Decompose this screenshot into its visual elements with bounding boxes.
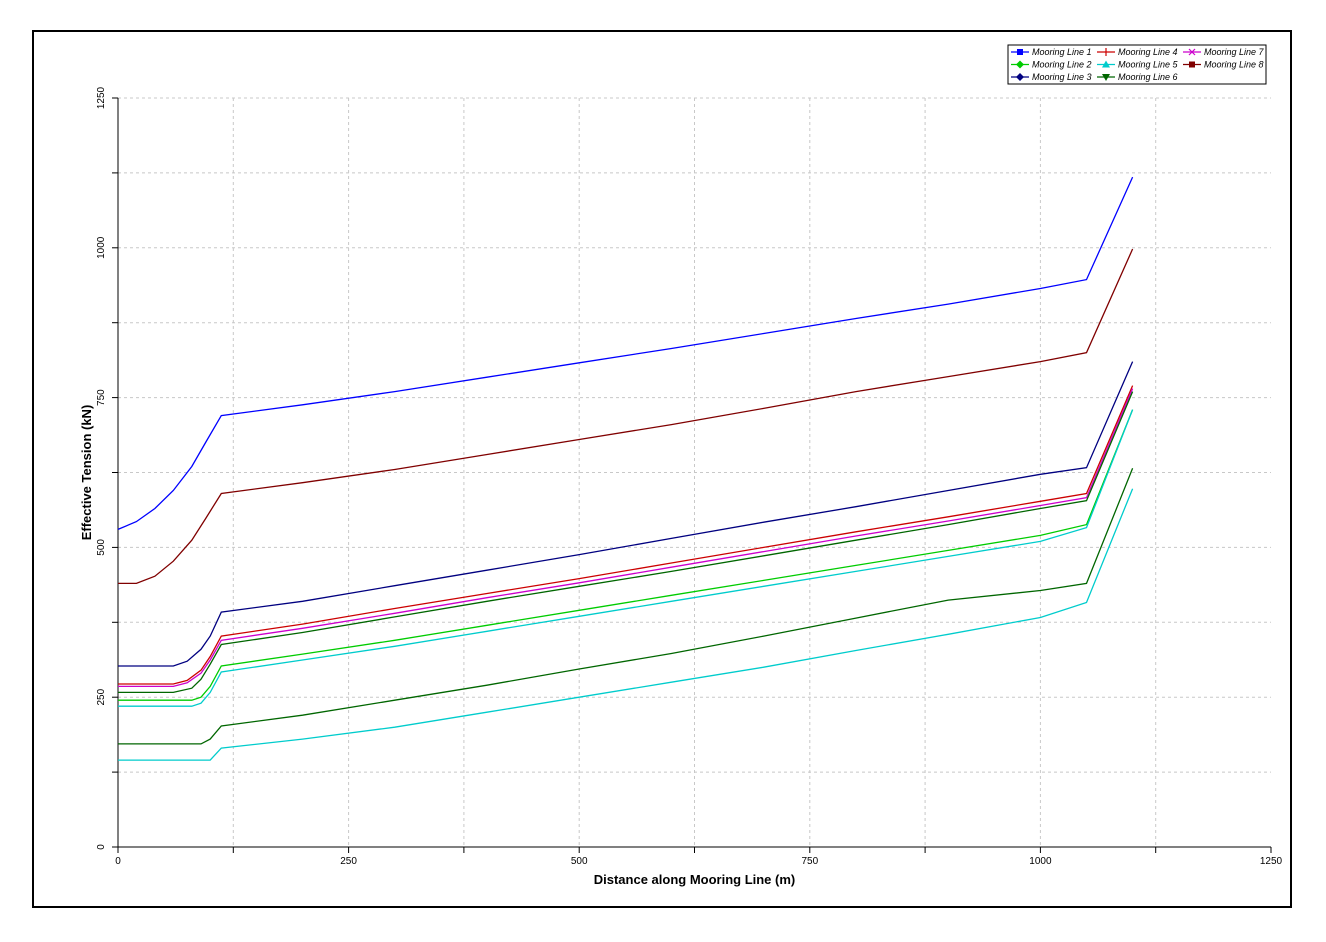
line-chart: 0 250 500 750 1000 1250 0 250 500 750 1000 1250 Moo…	[79, 44, 1283, 887]
y-tick-label: 750	[96, 389, 107, 406]
axes: 0 250 500 750 1000 1250 0 250 500 750 1000 1250	[96, 86, 1283, 867]
legend-marker	[1017, 49, 1023, 55]
x-tick-label: 1250	[1260, 856, 1283, 867]
series-line-4	[118, 385, 1134, 685]
legend-label: Mooring Line 7	[1204, 47, 1265, 57]
series-line-7	[118, 388, 1134, 688]
legend-label: Mooring Line 8	[1204, 60, 1264, 70]
legend-label: Mooring Line 1	[1032, 47, 1092, 57]
series-lines	[117, 176, 1134, 761]
legend: Mooring Line 1 Mooring Line 2 Mooring Line…	[1007, 44, 1267, 85]
y-tick-label: 1250	[96, 86, 107, 109]
legend-label: Mooring Line 3	[1032, 72, 1092, 82]
legend-label: Mooring Line 5	[1118, 60, 1179, 70]
y-tick-label: 1000	[96, 236, 107, 259]
series-line-10	[118, 391, 1134, 694]
series-line-1	[117, 176, 1134, 530]
y-tick-label: 0	[96, 844, 107, 850]
x-tick-label: 500	[571, 856, 588, 867]
legend-label: Mooring Line 2	[1032, 60, 1092, 70]
y-tick-label: 500	[96, 539, 107, 556]
series-line-2	[118, 409, 1134, 701]
legend-marker	[1189, 61, 1195, 68]
x-axis-title: Distance along Mooring Line (m)	[594, 872, 796, 887]
x-tick-label: 750	[801, 856, 818, 867]
x-tick-label: 250	[340, 856, 357, 867]
legend-label: Mooring Line 6	[1118, 72, 1178, 82]
legend-label: Mooring Line 4	[1118, 47, 1178, 57]
y-axis-title: Effective Tension (kN)	[79, 405, 94, 541]
x-tick-label: 0	[115, 856, 121, 867]
y-tick-label: 250	[96, 688, 107, 705]
x-tick-label: 1000	[1029, 856, 1052, 867]
series-line-3	[118, 361, 1134, 667]
